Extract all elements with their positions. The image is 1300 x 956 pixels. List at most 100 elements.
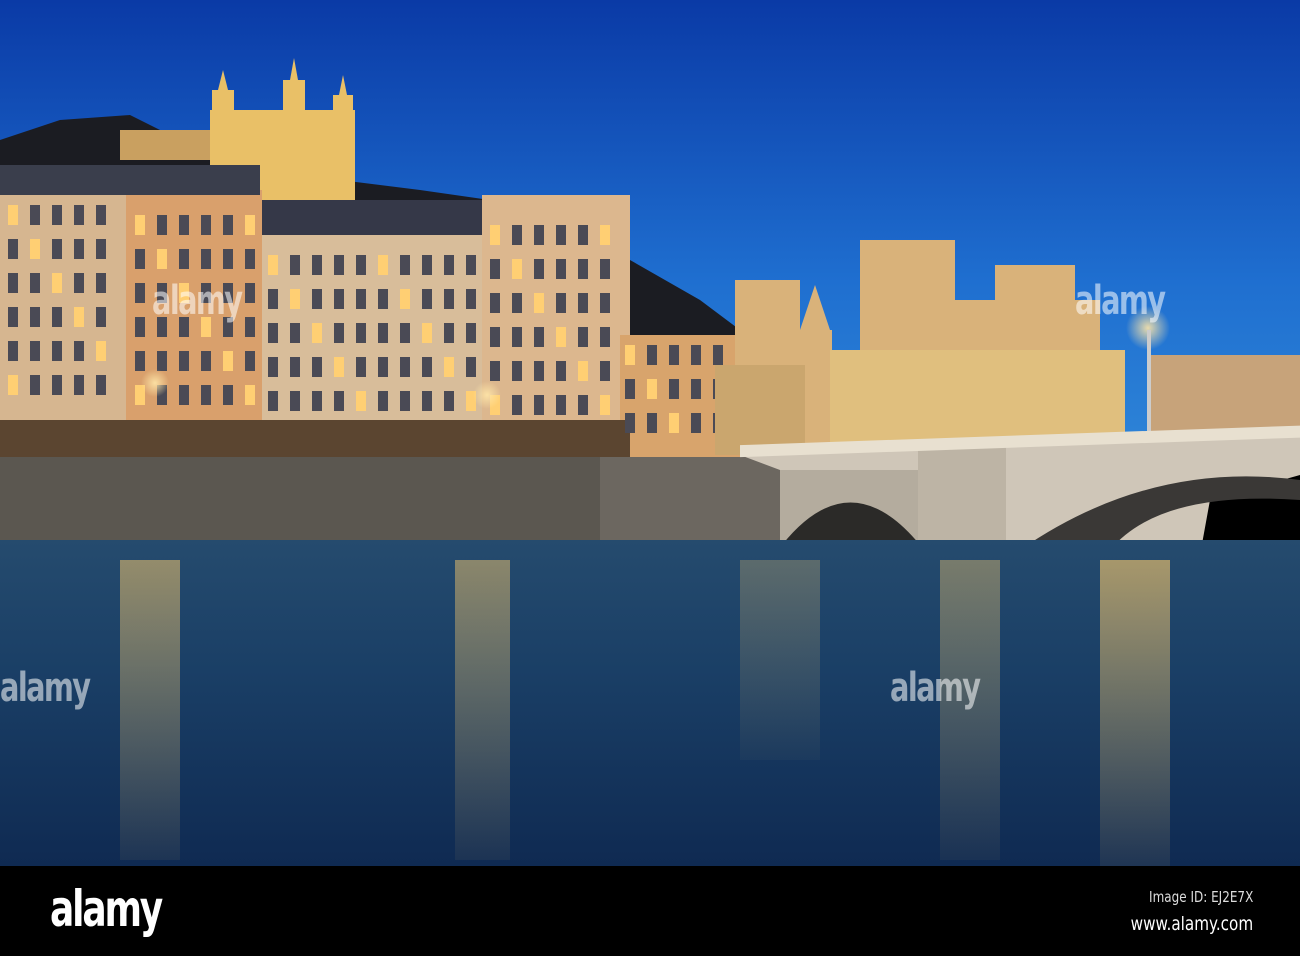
window xyxy=(466,323,476,343)
window xyxy=(556,327,566,347)
alamy-logo: alamy xyxy=(50,880,163,938)
window xyxy=(669,379,679,399)
window xyxy=(157,351,167,371)
window xyxy=(356,357,366,377)
window xyxy=(135,215,145,235)
window xyxy=(157,215,167,235)
window xyxy=(52,341,62,361)
window xyxy=(378,289,388,309)
window xyxy=(30,239,40,259)
window xyxy=(8,341,18,361)
window xyxy=(8,205,18,225)
window xyxy=(400,255,410,275)
window xyxy=(179,385,189,405)
window xyxy=(74,239,84,259)
window xyxy=(290,255,300,275)
image-id: Image ID: EJ2E7X xyxy=(1148,888,1253,906)
window xyxy=(691,345,701,365)
window xyxy=(422,323,432,343)
window xyxy=(444,357,454,377)
window xyxy=(400,289,410,309)
photo-lyon-riverside xyxy=(0,0,1300,866)
window xyxy=(378,391,388,411)
window xyxy=(8,307,18,327)
window xyxy=(669,413,679,433)
window xyxy=(312,391,322,411)
window xyxy=(30,205,40,225)
window xyxy=(334,289,344,309)
window xyxy=(245,283,255,303)
window xyxy=(312,289,322,309)
window xyxy=(625,345,635,365)
window xyxy=(312,323,322,343)
corner-building xyxy=(715,365,805,455)
window xyxy=(466,357,476,377)
window xyxy=(30,375,40,395)
window xyxy=(647,345,657,365)
window xyxy=(312,357,322,377)
window xyxy=(422,255,432,275)
window xyxy=(713,345,723,365)
watermark: alamy xyxy=(152,278,243,324)
window xyxy=(691,379,701,399)
window xyxy=(52,205,62,225)
window xyxy=(466,289,476,309)
window xyxy=(490,225,500,245)
window xyxy=(444,289,454,309)
window xyxy=(201,215,211,235)
window xyxy=(600,259,610,279)
window xyxy=(444,391,454,411)
window xyxy=(490,293,500,313)
window xyxy=(490,327,500,347)
watermark: alamy xyxy=(0,665,91,711)
window xyxy=(135,351,145,371)
window xyxy=(96,239,106,259)
window xyxy=(52,307,62,327)
window xyxy=(268,391,278,411)
window xyxy=(534,293,544,313)
window xyxy=(74,307,84,327)
window xyxy=(179,249,189,269)
window xyxy=(245,317,255,337)
window xyxy=(578,293,588,313)
window xyxy=(8,273,18,293)
window xyxy=(245,215,255,235)
window xyxy=(245,249,255,269)
window xyxy=(356,323,366,343)
window xyxy=(8,375,18,395)
window xyxy=(223,385,233,405)
window xyxy=(625,413,635,433)
window xyxy=(201,249,211,269)
window xyxy=(268,255,278,275)
window xyxy=(135,317,145,337)
window xyxy=(600,395,610,415)
window xyxy=(223,215,233,235)
window xyxy=(334,323,344,343)
window xyxy=(578,259,588,279)
window xyxy=(578,225,588,245)
window xyxy=(556,293,566,313)
window xyxy=(290,357,300,377)
window xyxy=(556,361,566,381)
footer-bar: alamy Image ID: EJ2E7X www.alamy.com xyxy=(0,866,1300,956)
window xyxy=(647,379,657,399)
window xyxy=(512,259,522,279)
window xyxy=(334,357,344,377)
window xyxy=(8,239,18,259)
window xyxy=(691,413,701,433)
window xyxy=(268,357,278,377)
window xyxy=(135,283,145,303)
watermark: alamy xyxy=(890,665,981,711)
window xyxy=(268,289,278,309)
window xyxy=(179,351,189,371)
window xyxy=(201,385,211,405)
window xyxy=(466,255,476,275)
window xyxy=(96,341,106,361)
window xyxy=(556,225,566,245)
window xyxy=(201,351,211,371)
window xyxy=(290,289,300,309)
window xyxy=(290,323,300,343)
window xyxy=(96,205,106,225)
window xyxy=(534,361,544,381)
window xyxy=(490,361,500,381)
